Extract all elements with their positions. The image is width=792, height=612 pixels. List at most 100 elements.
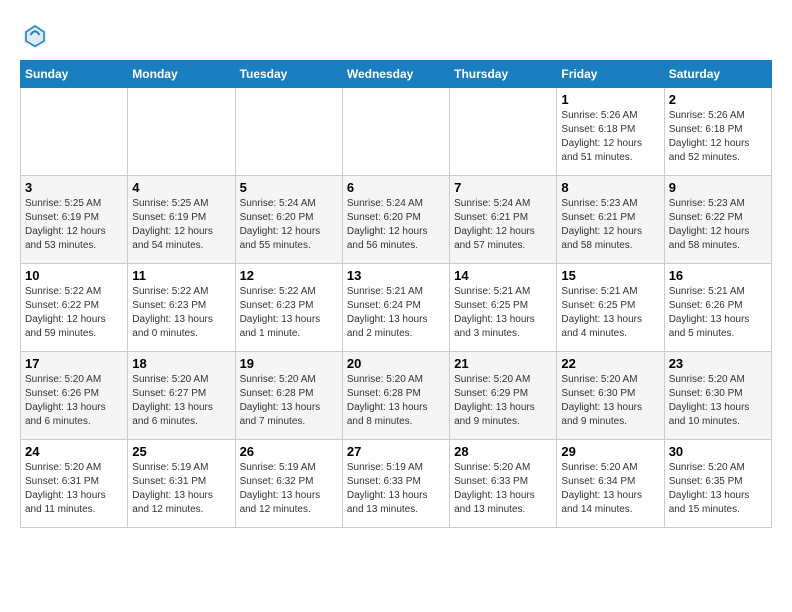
day-info: Sunrise: 5:20 AM Sunset: 6:30 PM Dayligh… <box>669 373 767 429</box>
calendar-cell: 20Sunrise: 5:20 AM Sunset: 6:28 PM Dayli… <box>342 352 449 440</box>
calendar-cell: 23 Sunrise: 5:20 AM Sunset: 6:30 PM Dayli… <box>664 352 771 440</box>
day-info: Sunrise: 5:20 AM Sunset: 6:33 PM Dayligh… <box>454 461 552 517</box>
day-number: 11 <box>132 268 230 283</box>
day-number: 27 <box>347 444 445 459</box>
calendar-cell: 12 Sunrise: 5:22 AM Sunset: 6:23 PM Dayli… <box>235 264 342 352</box>
day-info: Sunrise: 5:21 AM Sunset: 6:25 PM Dayligh… <box>454 285 552 341</box>
day-info: Sunrise: 5:20 AM Sunset: 6:28 PM Dayligh… <box>240 373 338 429</box>
calendar-cell: 15 Sunrise: 5:21 AM Sunset: 6:25 PM Dayli… <box>557 264 664 352</box>
day-number: 18 <box>132 356 230 371</box>
calendar-cell: 21 Sunrise: 5:20 AM Sunset: 6:29 PM Dayli… <box>450 352 557 440</box>
day-info: Sunrise: 5:20 AM Sunset: 6:30 PM Dayligh… <box>561 373 659 429</box>
day-number: 26 <box>240 444 338 459</box>
weekday-header-tuesday: Tuesday <box>235 61 342 88</box>
day-number: 2 <box>669 92 767 107</box>
day-info: Sunrise: 5:19 AM Sunset: 6:31 PM Dayligh… <box>132 461 230 517</box>
calendar-week-4: 17Sunrise: 5:20 AM Sunset: 6:26 PM Dayli… <box>21 352 772 440</box>
calendar-cell: 5 Sunrise: 5:24 AM Sunset: 6:20 PM Daylig… <box>235 176 342 264</box>
calendar-cell <box>450 88 557 176</box>
day-info: Sunrise: 5:24 AM Sunset: 6:20 PM Dayligh… <box>240 197 338 253</box>
calendar-cell: 25 Sunrise: 5:19 AM Sunset: 6:31 PM Dayli… <box>128 440 235 528</box>
calendar-cell: 6Sunrise: 5:24 AM Sunset: 6:20 PM Daylig… <box>342 176 449 264</box>
calendar-cell: 10Sunrise: 5:22 AM Sunset: 6:22 PM Dayli… <box>21 264 128 352</box>
calendar-cell: 3 Sunrise: 5:25 AM Sunset: 6:19 PM Daylig… <box>21 176 128 264</box>
day-number: 12 <box>240 268 338 283</box>
calendar-cell: 7 Sunrise: 5:24 AM Sunset: 6:21 PM Daylig… <box>450 176 557 264</box>
calendar-week-3: 10Sunrise: 5:22 AM Sunset: 6:22 PM Dayli… <box>21 264 772 352</box>
calendar-cell: 9Sunrise: 5:23 AM Sunset: 6:22 PM Daylig… <box>664 176 771 264</box>
day-number: 22 <box>561 356 659 371</box>
day-info: Sunrise: 5:24 AM Sunset: 6:21 PM Dayligh… <box>454 197 552 253</box>
calendar-week-5: 24 Sunrise: 5:20 AM Sunset: 6:31 PM Dayli… <box>21 440 772 528</box>
day-info: Sunrise: 5:20 AM Sunset: 6:35 PM Dayligh… <box>669 461 767 517</box>
calendar-cell: 16 Sunrise: 5:21 AM Sunset: 6:26 PM Dayli… <box>664 264 771 352</box>
day-info: Sunrise: 5:26 AM Sunset: 6:18 PM Dayligh… <box>669 109 767 165</box>
day-info: Sunrise: 5:20 AM Sunset: 6:31 PM Dayligh… <box>25 461 123 517</box>
day-number: 8 <box>561 180 659 195</box>
calendar-cell: 8 Sunrise: 5:23 AM Sunset: 6:21 PM Daylig… <box>557 176 664 264</box>
day-number: 25 <box>132 444 230 459</box>
day-info: Sunrise: 5:20 AM Sunset: 6:28 PM Dayligh… <box>347 373 445 429</box>
day-info: Sunrise: 5:19 AM Sunset: 6:32 PM Dayligh… <box>240 461 338 517</box>
day-info: Sunrise: 5:20 AM Sunset: 6:27 PM Dayligh… <box>132 373 230 429</box>
calendar-cell: 17Sunrise: 5:20 AM Sunset: 6:26 PM Dayli… <box>21 352 128 440</box>
calendar-table: SundayMondayTuesdayWednesdayThursdayFrid… <box>20 60 772 528</box>
calendar-cell <box>128 88 235 176</box>
day-number: 29 <box>561 444 659 459</box>
calendar-cell: 22 Sunrise: 5:20 AM Sunset: 6:30 PM Dayli… <box>557 352 664 440</box>
weekday-header-sunday: Sunday <box>21 61 128 88</box>
day-number: 15 <box>561 268 659 283</box>
day-info: Sunrise: 5:22 AM Sunset: 6:23 PM Dayligh… <box>132 285 230 341</box>
weekday-header-row: SundayMondayTuesdayWednesdayThursdayFrid… <box>21 61 772 88</box>
calendar-cell: 1 Sunrise: 5:26 AM Sunset: 6:18 PM Daylig… <box>557 88 664 176</box>
calendar-cell: 14 Sunrise: 5:21 AM Sunset: 6:25 PM Dayli… <box>450 264 557 352</box>
day-number: 9 <box>669 180 767 195</box>
calendar-cell: 2 Sunrise: 5:26 AM Sunset: 6:18 PM Daylig… <box>664 88 771 176</box>
weekday-header-friday: Friday <box>557 61 664 88</box>
day-number: 16 <box>669 268 767 283</box>
day-number: 3 <box>25 180 123 195</box>
calendar-cell: 19 Sunrise: 5:20 AM Sunset: 6:28 PM Dayli… <box>235 352 342 440</box>
day-info: Sunrise: 5:22 AM Sunset: 6:23 PM Dayligh… <box>240 285 338 341</box>
weekday-header-monday: Monday <box>128 61 235 88</box>
day-number: 24 <box>25 444 123 459</box>
logo <box>20 20 52 50</box>
calendar-cell: 29 Sunrise: 5:20 AM Sunset: 6:34 PM Dayli… <box>557 440 664 528</box>
day-info: Sunrise: 5:25 AM Sunset: 6:19 PM Dayligh… <box>25 197 123 253</box>
logo-icon <box>20 20 50 50</box>
day-info: Sunrise: 5:20 AM Sunset: 6:29 PM Dayligh… <box>454 373 552 429</box>
calendar-week-1: 1 Sunrise: 5:26 AM Sunset: 6:18 PM Daylig… <box>21 88 772 176</box>
page-header <box>20 20 772 50</box>
calendar-cell: 13 Sunrise: 5:21 AM Sunset: 6:24 PM Dayli… <box>342 264 449 352</box>
calendar-week-2: 3 Sunrise: 5:25 AM Sunset: 6:19 PM Daylig… <box>21 176 772 264</box>
day-info: Sunrise: 5:20 AM Sunset: 6:34 PM Dayligh… <box>561 461 659 517</box>
calendar-cell: 30Sunrise: 5:20 AM Sunset: 6:35 PM Dayli… <box>664 440 771 528</box>
calendar-cell <box>235 88 342 176</box>
weekday-header-thursday: Thursday <box>450 61 557 88</box>
day-number: 13 <box>347 268 445 283</box>
day-info: Sunrise: 5:26 AM Sunset: 6:18 PM Dayligh… <box>561 109 659 165</box>
day-number: 4 <box>132 180 230 195</box>
calendar-cell: 28Sunrise: 5:20 AM Sunset: 6:33 PM Dayli… <box>450 440 557 528</box>
day-info: Sunrise: 5:21 AM Sunset: 6:25 PM Dayligh… <box>561 285 659 341</box>
weekday-header-wednesday: Wednesday <box>342 61 449 88</box>
calendar-cell <box>21 88 128 176</box>
day-number: 23 <box>669 356 767 371</box>
calendar-cell: 4Sunrise: 5:25 AM Sunset: 6:19 PM Daylig… <box>128 176 235 264</box>
calendar-cell: 18 Sunrise: 5:20 AM Sunset: 6:27 PM Dayli… <box>128 352 235 440</box>
day-number: 14 <box>454 268 552 283</box>
calendar-cell: 24 Sunrise: 5:20 AM Sunset: 6:31 PM Dayli… <box>21 440 128 528</box>
day-number: 21 <box>454 356 552 371</box>
day-number: 6 <box>347 180 445 195</box>
calendar-cell: 11 Sunrise: 5:22 AM Sunset: 6:23 PM Dayli… <box>128 264 235 352</box>
day-info: Sunrise: 5:21 AM Sunset: 6:26 PM Dayligh… <box>669 285 767 341</box>
day-number: 5 <box>240 180 338 195</box>
day-number: 7 <box>454 180 552 195</box>
day-number: 19 <box>240 356 338 371</box>
day-info: Sunrise: 5:21 AM Sunset: 6:24 PM Dayligh… <box>347 285 445 341</box>
calendar-cell <box>342 88 449 176</box>
day-info: Sunrise: 5:22 AM Sunset: 6:22 PM Dayligh… <box>25 285 123 341</box>
day-info: Sunrise: 5:23 AM Sunset: 6:21 PM Dayligh… <box>561 197 659 253</box>
day-number: 1 <box>561 92 659 107</box>
day-info: Sunrise: 5:19 AM Sunset: 6:33 PM Dayligh… <box>347 461 445 517</box>
